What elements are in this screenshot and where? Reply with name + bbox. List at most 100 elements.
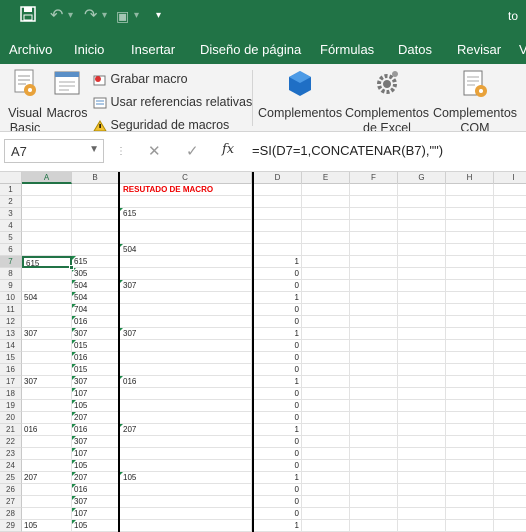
cell-g13[interactable] <box>398 328 446 340</box>
row-header[interactable]: 20 <box>0 412 22 424</box>
row-header[interactable]: 29 <box>0 520 22 532</box>
cell-i25[interactable] <box>494 472 526 484</box>
cell-f5[interactable] <box>350 232 398 244</box>
cell-g19[interactable] <box>398 400 446 412</box>
row-header[interactable]: 7 <box>0 256 22 268</box>
cell-g24[interactable] <box>398 460 446 472</box>
row-header[interactable]: 16 <box>0 364 22 376</box>
cell-b8[interactable]: 305 <box>72 268 119 280</box>
cell-f13[interactable] <box>350 328 398 340</box>
cell-c18[interactable] <box>119 388 252 400</box>
cell-i12[interactable] <box>494 316 526 328</box>
cell-e19[interactable] <box>302 400 350 412</box>
tab-datos[interactable]: Datos <box>398 42 432 57</box>
cell-f27[interactable] <box>350 496 398 508</box>
cell-c13[interactable]: 307 <box>119 328 252 340</box>
excel-addins-button[interactable]: Complementos de Excel <box>344 68 430 131</box>
cell-h23[interactable] <box>446 448 494 460</box>
cell-f9[interactable] <box>350 280 398 292</box>
cell-c3[interactable]: 615 <box>119 208 252 220</box>
cell-e7[interactable] <box>302 256 350 268</box>
cell-i9[interactable] <box>494 280 526 292</box>
cell-g22[interactable] <box>398 436 446 448</box>
cell-c8[interactable] <box>119 268 252 280</box>
cell-i16[interactable] <box>494 364 526 376</box>
cell-e11[interactable] <box>302 304 350 316</box>
cell-b13[interactable]: 307 <box>72 328 119 340</box>
cell-c1[interactable]: RESUTADO DE MACRO <box>119 184 252 196</box>
cell-g28[interactable] <box>398 508 446 520</box>
cell-d23[interactable]: 0 <box>254 448 302 460</box>
row-header[interactable]: 9 <box>0 280 22 292</box>
cell-a25[interactable]: 207 <box>22 472 72 484</box>
save-icon[interactable] <box>20 6 36 28</box>
cell-e26[interactable] <box>302 484 350 496</box>
formula-bar-handle-icon[interactable]: ⋮ <box>116 146 126 157</box>
tab-vista[interactable]: V <box>519 42 526 57</box>
cell-f16[interactable] <box>350 364 398 376</box>
cell-f23[interactable] <box>350 448 398 460</box>
cell-e21[interactable] <box>302 424 350 436</box>
row-header[interactable]: 15 <box>0 352 22 364</box>
cell-h13[interactable] <box>446 328 494 340</box>
cell-d22[interactable]: 0 <box>254 436 302 448</box>
tab-inicio[interactable]: Inicio <box>74 42 104 57</box>
cell-d17[interactable]: 1 <box>254 376 302 388</box>
row-header[interactable]: 8 <box>0 268 22 280</box>
cell-f6[interactable] <box>350 244 398 256</box>
cell-i7[interactable] <box>494 256 526 268</box>
cell-g9[interactable] <box>398 280 446 292</box>
cell-d12[interactable]: 0 <box>254 316 302 328</box>
cell-g3[interactable] <box>398 208 446 220</box>
record-macro-button[interactable]: Grabar macro <box>93 71 188 87</box>
cell-d1[interactable] <box>254 184 302 196</box>
column-header-h[interactable]: H <box>446 172 494 184</box>
cell-i13[interactable] <box>494 328 526 340</box>
row-header[interactable]: 26 <box>0 484 22 496</box>
cell-f1[interactable] <box>350 184 398 196</box>
cell-f11[interactable] <box>350 304 398 316</box>
cell-b2[interactable] <box>72 196 119 208</box>
cell-d19[interactable]: 0 <box>254 400 302 412</box>
cell-i14[interactable] <box>494 340 526 352</box>
cell-c29[interactable] <box>119 520 252 532</box>
cell-e9[interactable] <box>302 280 350 292</box>
cell-a19[interactable] <box>22 400 72 412</box>
cell-i3[interactable] <box>494 208 526 220</box>
cell-a20[interactable] <box>22 412 72 424</box>
cell-a16[interactable] <box>22 364 72 376</box>
cell-b20[interactable]: 207 <box>72 412 119 424</box>
cell-h28[interactable] <box>446 508 494 520</box>
cell-d5[interactable] <box>254 232 302 244</box>
row-header[interactable]: 3 <box>0 208 22 220</box>
cell-b9[interactable]: 504 <box>72 280 119 292</box>
cell-i23[interactable] <box>494 448 526 460</box>
tab-revisar[interactable]: Revisar <box>457 42 501 57</box>
cell-g26[interactable] <box>398 484 446 496</box>
cell-c6[interactable]: 504 <box>119 244 252 256</box>
cell-a24[interactable] <box>22 460 72 472</box>
cell-h12[interactable] <box>446 316 494 328</box>
cell-e24[interactable] <box>302 460 350 472</box>
row-header[interactable]: 21 <box>0 424 22 436</box>
cell-g5[interactable] <box>398 232 446 244</box>
cell-b17[interactable]: 307 <box>72 376 119 388</box>
cell-h21[interactable] <box>446 424 494 436</box>
cell-h9[interactable] <box>446 280 494 292</box>
row-header[interactable]: 6 <box>0 244 22 256</box>
cell-c16[interactable] <box>119 364 252 376</box>
cell-b21[interactable]: 016 <box>72 424 119 436</box>
row-header[interactable]: 5 <box>0 232 22 244</box>
cell-c25[interactable]: 105 <box>119 472 252 484</box>
cell-i27[interactable] <box>494 496 526 508</box>
cell-d21[interactable]: 1 <box>254 424 302 436</box>
cell-b28[interactable]: 107 <box>72 508 119 520</box>
cell-b6[interactable] <box>72 244 119 256</box>
cell-c10[interactable] <box>119 292 252 304</box>
cell-e23[interactable] <box>302 448 350 460</box>
name-box-dropdown-icon[interactable]: ▼ <box>89 144 99 155</box>
cell-e8[interactable] <box>302 268 350 280</box>
cell-h6[interactable] <box>446 244 494 256</box>
cell-a22[interactable] <box>22 436 72 448</box>
cell-d13[interactable]: 1 <box>254 328 302 340</box>
